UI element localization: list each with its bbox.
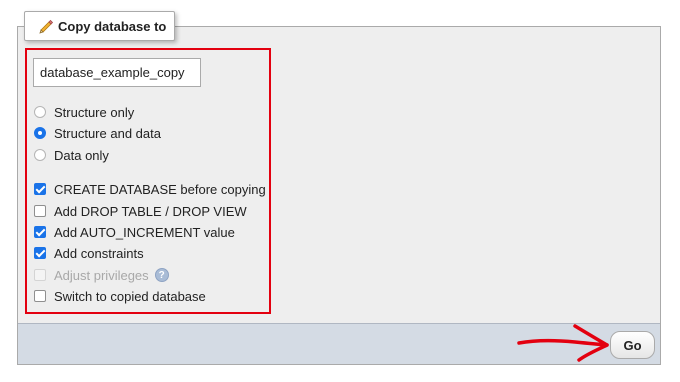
checkbox[interactable] [34, 247, 46, 259]
checkbox-label: CREATE DATABASE before copying [54, 181, 266, 197]
go-button[interactable]: Go [610, 331, 655, 359]
help-icon[interactable]: ? [154, 268, 169, 282]
copy-database-legend: Copy database to [24, 11, 175, 41]
checkbox[interactable] [34, 290, 46, 302]
checkbox-label: Add AUTO_INCREMENT value [54, 224, 235, 240]
checkbox-switch-to-copied[interactable]: Switch to copied database [34, 288, 206, 304]
pencil-icon [38, 18, 54, 34]
new-database-name-input[interactable] [33, 58, 201, 87]
checkbox-add-constraints[interactable]: Add constraints [34, 245, 144, 261]
radio-label: Structure only [54, 104, 135, 120]
checkbox-adjust-privileges: Adjust privileges ? [34, 267, 169, 283]
checkbox[interactable] [34, 226, 46, 238]
radio-button[interactable] [34, 106, 46, 118]
checkbox[interactable] [34, 205, 46, 217]
legend-title: Copy database to [58, 18, 167, 34]
radio-button[interactable] [34, 127, 46, 139]
checkbox-label: Add constraints [54, 245, 144, 261]
radio-label: Data only [54, 147, 109, 163]
checkbox-label: Adjust privileges [54, 267, 149, 283]
checkbox-create-database[interactable]: CREATE DATABASE before copying [34, 181, 266, 197]
radio-data-only[interactable]: Data only [34, 147, 109, 163]
radio-structure-and-data[interactable]: Structure and data [34, 125, 161, 141]
radio-button[interactable] [34, 149, 46, 161]
checkbox-label: Switch to copied database [54, 288, 206, 304]
checkbox-label: Add DROP TABLE / DROP VIEW [54, 203, 247, 219]
checkbox-add-drop-table[interactable]: Add DROP TABLE / DROP VIEW [34, 203, 247, 219]
annotation-arrow-icon [517, 324, 609, 362]
checkbox[interactable] [34, 183, 46, 195]
radio-structure-only[interactable]: Structure only [34, 104, 134, 120]
checkbox [34, 269, 46, 281]
radio-label: Structure and data [54, 125, 161, 141]
checkbox-add-auto-increment[interactable]: Add AUTO_INCREMENT value [34, 224, 235, 240]
